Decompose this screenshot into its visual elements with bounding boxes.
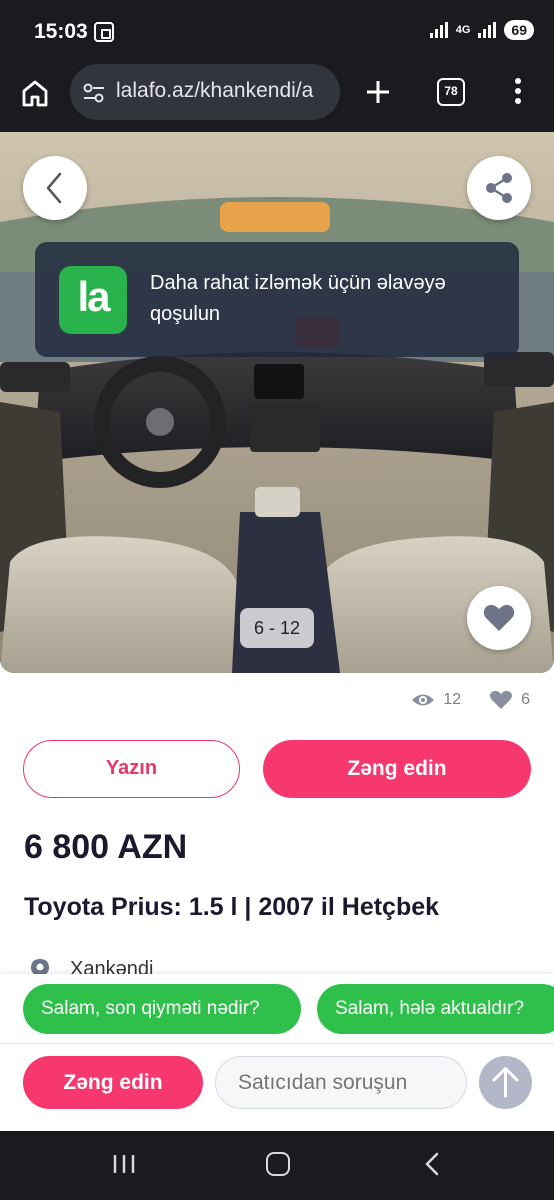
tune-icon[interactable] — [82, 82, 106, 104]
system-nav-bar — [0, 1131, 554, 1200]
listing-stats: 12 6 — [411, 690, 530, 710]
lalafo-logo: la — [59, 266, 127, 334]
listing-price: 6 800 AZN — [24, 828, 188, 866]
nav-back-icon[interactable] — [422, 1151, 442, 1177]
quick-reply-actual[interactable]: Salam, hələ aktualdır? — [317, 984, 554, 1034]
signal-icon-2 — [478, 22, 497, 38]
listing-title: Toyota Prius: 1.5 l | 2007 il Hetçbek — [24, 893, 440, 921]
eye-icon — [412, 694, 435, 706]
views-count: 12 — [443, 691, 462, 708]
bottom-action-bar: Zəng edin — [0, 1045, 554, 1131]
tabs-icon[interactable]: 78 — [437, 78, 465, 106]
call-button[interactable]: Zəng edin — [263, 740, 531, 798]
back-arrow-icon — [46, 172, 62, 204]
quick-reply-price[interactable]: Salam, son qiyməti nədir? — [23, 984, 301, 1034]
quick-replies: Salam, son qiyməti nədir? Salam, hələ ak… — [0, 974, 554, 1044]
bottom-call-button[interactable]: Zəng edin — [23, 1056, 203, 1109]
network-type: 4G — [455, 24, 471, 36]
recent-apps-icon[interactable] — [112, 1153, 136, 1175]
write-button[interactable]: Yazın — [23, 740, 240, 798]
nav-home-icon[interactable] — [266, 1152, 290, 1176]
screen-record-icon — [94, 22, 114, 42]
likes-count: 6 — [521, 691, 530, 708]
send-button[interactable] — [479, 1056, 532, 1109]
photo-counter: 6 - 12 — [240, 608, 314, 648]
location-text: Xankəndi — [70, 958, 154, 974]
install-banner-text: Daha rahat izləmək üçün əlavəyə qoşulun — [150, 272, 446, 325]
status-indicators: 4G 69 — [429, 20, 534, 40]
home-icon[interactable] — [20, 78, 50, 108]
battery-level: 69 — [504, 20, 534, 40]
signal-icon — [429, 22, 448, 38]
heart-icon — [483, 604, 515, 631]
favorite-button[interactable] — [467, 586, 531, 650]
plus-icon[interactable] — [364, 78, 392, 106]
send-arrow-icon — [492, 1067, 519, 1098]
pin-icon — [31, 959, 49, 974]
share-button[interactable] — [467, 156, 531, 220]
address-bar[interactable]: lalafo.az/khankendi/a — [70, 64, 340, 120]
listing-photo[interactable]: 6 - 12 — [0, 132, 554, 673]
ask-seller-input[interactable] — [215, 1056, 467, 1109]
back-button[interactable] — [23, 156, 87, 220]
heart-icon — [490, 690, 513, 709]
browser-toolbar: lalafo.az/khankendi/a 78 — [0, 64, 554, 132]
status-time: 15:03 — [34, 20, 88, 43]
url-text: lalafo.az/khankendi/a — [116, 79, 314, 102]
more-icon[interactable] — [508, 78, 528, 106]
status-bar: 15:03 4G 69 — [0, 0, 554, 64]
install-app-banner[interactable]: la Daha rahat izləmək üçün əlavəyə qoşul… — [35, 242, 519, 357]
listing-location: Xankəndi — [24, 956, 324, 974]
share-icon — [486, 173, 512, 203]
